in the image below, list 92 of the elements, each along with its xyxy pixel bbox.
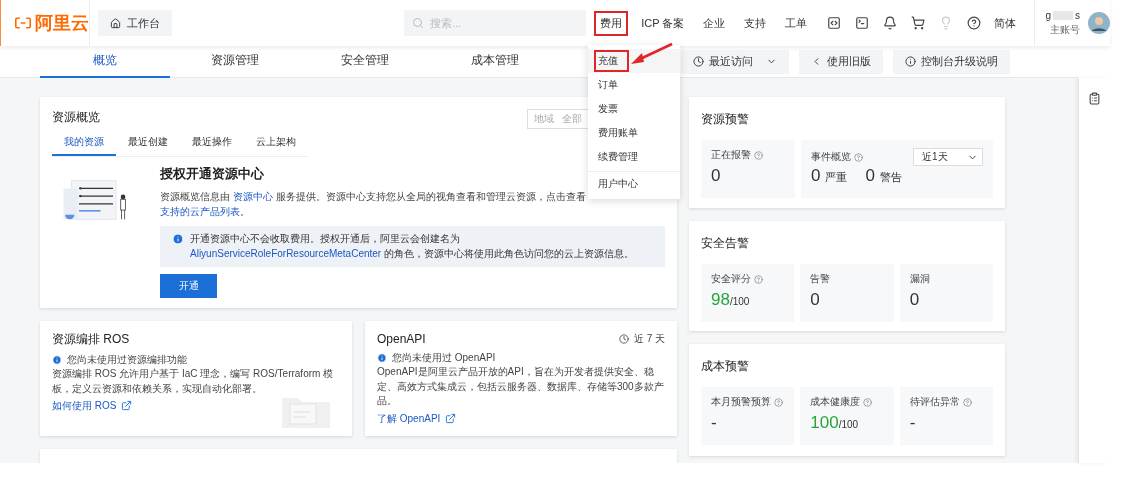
- stat-label: 漏洞: [909, 272, 931, 286]
- workbench-button[interactable]: 工作台: [98, 10, 172, 36]
- annotation-arrow: [630, 42, 674, 66]
- stat-value: 0: [711, 166, 722, 186]
- stat-value: 0: [865, 166, 875, 186]
- bell-icon[interactable]: [883, 16, 898, 30]
- code-icon[interactable]: [827, 16, 842, 30]
- home-icon: [110, 17, 121, 29]
- stat-label: 待评估异常: [909, 395, 983, 409]
- language-link[interactable]: 简体: [988, 10, 1023, 36]
- menu-item[interactable]: 续费管理: [588, 145, 680, 169]
- card-title: 资源预警: [701, 111, 749, 128]
- activate-button[interactable]: 开通: [160, 274, 217, 298]
- info-icon: [377, 352, 387, 363]
- status-text: 您尚未使用过 OpenAPI: [392, 351, 496, 365]
- external-link-icon: [121, 400, 133, 411]
- sub-tab[interactable]: 最近创建: [116, 130, 180, 156]
- description-text: 资源概览信息由 资源中心 服务提供。资源中心支持您从全局的视角查看和管理云资源，点击查看 支持的云产品列表。: [160, 190, 587, 219]
- stat-total: /100: [729, 296, 750, 307]
- menu-item[interactable]: 订单: [588, 73, 680, 97]
- card-title: 安全告警: [701, 235, 749, 252]
- info-icon: [905, 56, 916, 67]
- help-icon: [774, 397, 783, 407]
- stat-label: 正在报警: [711, 148, 785, 162]
- avatar[interactable]: [1088, 12, 1110, 34]
- info-icon: [172, 233, 184, 245]
- notice-text: 开通资源中心不会收取费用。授权开通后，阿里云会创建名为 AliyunServiceRoleForResourceMetaCenter 的角色，资源中心将使用此角色访问您的云上资源信息。: [190, 232, 635, 261]
- nav-link[interactable]: 支持: [738, 10, 773, 36]
- help-icon: [754, 274, 763, 284]
- card-title: 资源编排 ROS: [52, 331, 130, 348]
- sub-tab[interactable]: 云上架构: [244, 130, 308, 156]
- cart-icon[interactable]: [911, 16, 926, 30]
- card-title: 资源概览: [52, 109, 100, 126]
- role-link[interactable]: AliyunServiceRoleForResourceMetaCenter: [190, 247, 382, 259]
- menu-item[interactable]: 发票: [588, 97, 680, 121]
- stat-value: 0: [909, 290, 920, 309]
- clipboard-icon[interactable]: [1088, 92, 1101, 105]
- user-name: g s: [1045, 9, 1080, 21]
- sub-tab[interactable]: 最近操作: [180, 130, 244, 156]
- logo-icon: [15, 16, 31, 30]
- card-title: 成本预警: [701, 358, 749, 375]
- help-icon[interactable]: [967, 16, 982, 30]
- clock-icon: [618, 333, 629, 344]
- period-select[interactable]: 近1天: [913, 148, 983, 166]
- page-tab[interactable]: 资源管理: [170, 45, 300, 78]
- stat-value: 100: [810, 413, 839, 432]
- card-description: 资源编排 ROS 允许用户基于 IaC 理念，编写 ROS/Terraform 模板，定义云资源和依赖关系，实现自动化部署。: [52, 367, 335, 396]
- help-icon: [754, 150, 763, 160]
- stat-value: 0: [811, 166, 821, 186]
- clock-icon: [693, 56, 704, 67]
- stat-label: 成本健康度: [810, 395, 884, 409]
- card-description: OpenAPI是阿里云产品开放的API，旨在为开发者提供安全、稳定、高效方式集成云，包括云服务器、数据库、存储等300多款产品。: [377, 365, 665, 408]
- card-title: OpenAPI: [377, 331, 426, 346]
- period-label: 近 7 天: [633, 332, 665, 346]
- stat-label: 事件概览: [811, 150, 863, 164]
- menu-item[interactable]: 费用账单: [588, 121, 680, 145]
- menu-item[interactable]: 用户中心: [588, 171, 680, 195]
- nav-link[interactable]: 工单: [779, 10, 814, 36]
- menu-item[interactable]: 充值: [588, 49, 680, 73]
- stat-label: 本月预警预算: [711, 395, 785, 409]
- resource-center-link[interactable]: 资源中心: [232, 191, 273, 202]
- stat-value: 98: [711, 290, 730, 309]
- nav-link[interactable]: ICP 备案: [635, 10, 691, 36]
- stat-unit: 警告: [879, 170, 902, 185]
- nav-link[interactable]: 企业: [697, 10, 732, 36]
- search-icon: [412, 17, 425, 29]
- stat-value: -: [909, 413, 916, 432]
- status-text: 您尚未使用过资源编排功能: [67, 353, 187, 367]
- stat-value: -: [711, 413, 717, 432]
- nav-link[interactable]: 费用: [594, 10, 629, 36]
- page-tab[interactable]: 安全管理: [300, 45, 430, 78]
- stat-label: 告警: [810, 272, 832, 286]
- sub-tab[interactable]: 我的资源: [52, 130, 116, 156]
- help-icon: [863, 397, 873, 407]
- recent-visits-button[interactable]: 最近访问: [681, 49, 789, 74]
- upgrade-notes-button[interactable]: 控制台升级说明: [893, 49, 1010, 74]
- old-version-button[interactable]: 使用旧版: [799, 49, 883, 74]
- stat-label: 安全评分: [711, 272, 785, 286]
- aliyun-logo: 阿里云: [0, 0, 90, 46]
- stat-value: 0: [810, 290, 820, 309]
- terminal-icon[interactable]: [855, 16, 870, 30]
- help-link[interactable]: 如何使用 ROS: [52, 398, 117, 413]
- stat-total: /100: [838, 419, 859, 430]
- help-link[interactable]: 了解 OpenAPI: [377, 410, 441, 426]
- account-type: 主账号: [1050, 22, 1080, 37]
- stat-unit: 严重: [825, 170, 848, 185]
- help-icon: [962, 397, 972, 407]
- info-icon: [52, 354, 62, 365]
- external-link-icon: [445, 412, 457, 424]
- help-icon: [854, 152, 863, 162]
- supported-products-link[interactable]: 支持的云产品列表: [160, 205, 240, 217]
- page-tab[interactable]: 成本管理: [430, 45, 560, 78]
